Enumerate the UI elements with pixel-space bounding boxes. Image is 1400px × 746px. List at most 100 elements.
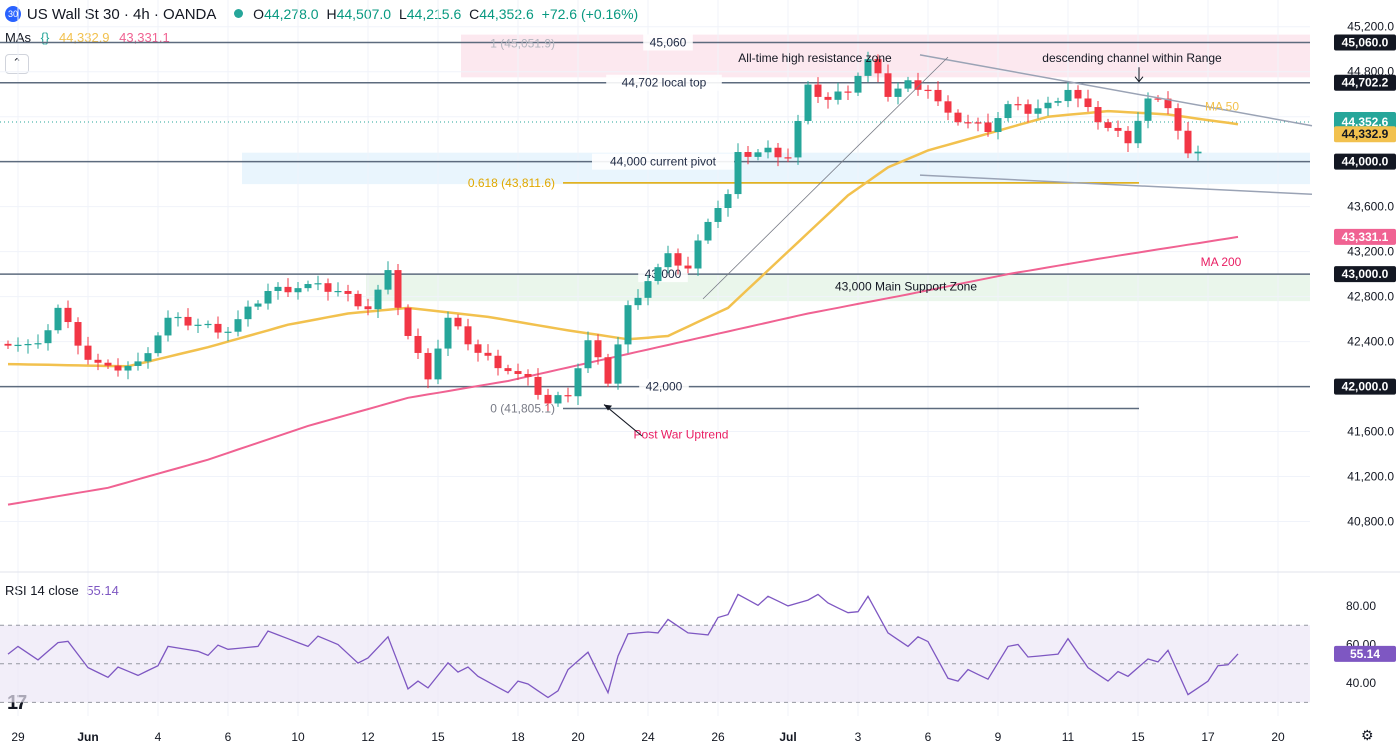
candle-body [34, 343, 42, 345]
candle-body [1064, 89, 1072, 102]
candle-body [1074, 89, 1082, 99]
time-tick-label: 15 [1131, 730, 1145, 744]
candle-body [444, 317, 452, 349]
time-tick-label: 4 [155, 730, 162, 744]
candle-body [144, 353, 152, 362]
level-label: 44,702 local top [622, 76, 707, 90]
candle-body [1124, 130, 1132, 144]
candle-body [334, 290, 342, 293]
pivot-zone [242, 152, 1310, 185]
time-tick-label: 18 [511, 730, 525, 744]
candle-body [414, 335, 422, 353]
candle-body [654, 267, 662, 282]
price-tick-label: 45,200.0 [1347, 20, 1394, 34]
time-tick-label: Jul [779, 730, 796, 744]
fib-618-label: 0.618 (43,811.6) [468, 176, 555, 190]
candle-body [324, 283, 332, 292]
candle-body [194, 324, 202, 326]
candle-body [1104, 122, 1112, 128]
candle-body [44, 330, 52, 344]
candle-body [294, 288, 302, 293]
candle-body [264, 290, 272, 304]
price-tick-label: 41,600.0 [1347, 425, 1394, 439]
candle-body [224, 331, 232, 333]
candle-body [704, 221, 712, 241]
rsi-tick-label: 80.00 [1346, 599, 1376, 613]
candle-body [134, 361, 142, 366]
candle-body [614, 344, 622, 384]
time-tick-label: 29 [11, 730, 25, 744]
candle-body [644, 281, 652, 298]
candle-body [74, 322, 82, 346]
candle-body [454, 317, 462, 327]
candle-body [494, 355, 502, 369]
candle-body [714, 208, 722, 222]
candle-body [984, 122, 992, 132]
candle-body [14, 344, 22, 347]
time-tick-label: 15 [431, 730, 445, 744]
candle-body [484, 352, 492, 356]
candle-body [934, 89, 942, 102]
candle-body [504, 368, 512, 372]
time-tick-label: 11 [1062, 730, 1075, 744]
candle-body [304, 284, 312, 289]
chart-canvas[interactable]: 45,060 44,702 local top 44,000 current piv… [0, 0, 1400, 746]
candle-body [234, 319, 242, 332]
candle-body [244, 306, 252, 320]
candle-body [4, 343, 12, 346]
fib-1-label: 1 (45,051.9) [490, 36, 555, 50]
candle-body [694, 240, 702, 269]
candle-body [1044, 102, 1052, 109]
candle-body [1184, 130, 1192, 154]
candle-body [974, 122, 982, 124]
candle-body [854, 75, 862, 93]
candle-body [594, 340, 602, 358]
candle-body [84, 345, 92, 360]
candle-body [1194, 151, 1202, 154]
candle-body [354, 293, 362, 307]
candle-body [884, 73, 892, 97]
candle-body [1174, 108, 1182, 131]
price-tick-label: 42,400.0 [1347, 335, 1394, 349]
candle-body [394, 270, 402, 308]
time-tick-label: 9 [995, 730, 1002, 744]
rsi-tag: 55.14 [1350, 647, 1380, 661]
candle-body [524, 373, 532, 377]
candle-body [64, 307, 72, 323]
candle-body [824, 96, 832, 100]
candle-body [464, 326, 472, 345]
candle-body [214, 323, 222, 333]
candle-body [804, 84, 812, 121]
candle-body [734, 152, 742, 195]
time-tick-label: 26 [711, 730, 725, 744]
ma200-label: MA 200 [1201, 255, 1242, 269]
candle-body [424, 352, 432, 380]
candle-body [784, 157, 792, 159]
price-tick-label: 40,800.0 [1347, 515, 1394, 529]
time-tick-label: 6 [225, 730, 232, 744]
candle-body [1054, 101, 1062, 103]
fib-0-label: 0 (41,805.1) [490, 401, 555, 415]
level-price-tag: 42,000.0 [1342, 380, 1389, 394]
level-label: 43,000 [645, 267, 682, 281]
level-label: 44,000 current pivot [610, 155, 717, 169]
ath-zone-label: All-time high resistance zone [738, 51, 892, 65]
candle-body [964, 122, 972, 124]
time-tick-label: 6 [925, 730, 932, 744]
candle-body [24, 343, 32, 346]
candle-body [754, 152, 762, 157]
ma200-price-tag: 43,331.1 [1342, 230, 1389, 244]
rsi-tick-label: 40.00 [1346, 676, 1376, 690]
level-label: 42,000 [646, 380, 683, 394]
candle-body [514, 371, 522, 374]
candle-body [374, 289, 382, 310]
candle-body [154, 335, 162, 354]
candle-body [674, 253, 682, 266]
candle-body [924, 89, 932, 92]
candle-body [814, 84, 822, 97]
candle-body [904, 80, 912, 89]
candle-body [94, 359, 102, 363]
candle-body [954, 112, 962, 123]
support-zone-label: 43,000 Main Support Zone [835, 279, 977, 293]
candle-body [724, 194, 732, 209]
